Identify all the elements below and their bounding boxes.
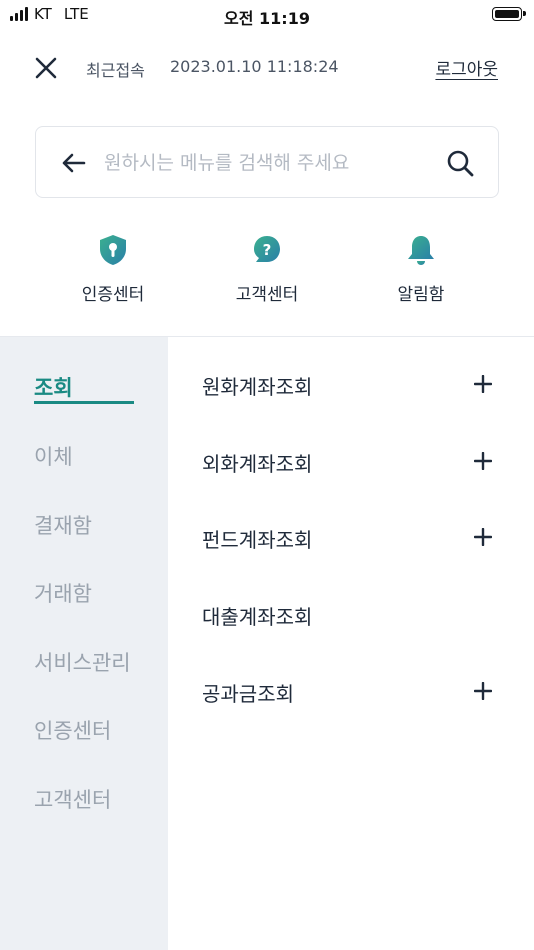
plus-icon <box>474 452 492 470</box>
sidebar-item-transfer[interactable]: 이체 <box>34 441 73 471</box>
plus-icon <box>474 375 492 393</box>
search-input[interactable] <box>102 145 426 181</box>
quick-link-customer-center[interactable]: ? 고객센터 <box>207 234 327 305</box>
status-time: 오전 11:19 <box>224 9 310 28</box>
bell-icon <box>408 236 434 265</box>
sidebar-item-transactions[interactable]: 거래함 <box>34 578 92 608</box>
close-icon <box>35 57 57 79</box>
logout-link[interactable]: 로그아웃 <box>435 55 498 80</box>
close-button[interactable] <box>32 54 60 82</box>
menu-item-label: 펀드계좌조회 <box>202 528 313 552</box>
quick-links: 인증센터 ? 고객센터 알림함 <box>0 234 534 314</box>
sidebar-item-auth-center[interactable]: 인증센터 <box>34 715 111 745</box>
quick-link-label: 알림함 <box>397 285 445 305</box>
plus-icon <box>474 682 492 700</box>
search-button[interactable] <box>446 149 474 177</box>
arrow-left-icon <box>62 153 86 173</box>
sidebar-item-service-management[interactable]: 서비스관리 <box>34 647 131 677</box>
chat-question-icon: ? <box>254 236 280 262</box>
sidebar-item-inquiry[interactable]: 조회 <box>34 372 73 402</box>
shield-icon <box>100 235 126 265</box>
menu-item-label: 공과금조회 <box>202 682 294 706</box>
plus-icon <box>474 528 492 546</box>
sidebar <box>0 337 168 950</box>
status-bar: KT LTE 오전 11:19 <box>0 0 534 30</box>
menu-item-fund-account[interactable]: 펀드계좌조회 <box>202 518 502 558</box>
menu-item-krw-account[interactable]: 원화계좌조회 <box>202 365 502 405</box>
menu-item-utility-bill[interactable]: 공과금조회 <box>202 672 502 712</box>
svg-text:?: ? <box>263 241 272 259</box>
back-button[interactable] <box>60 151 86 175</box>
sidebar-item-customer-center[interactable]: 고객센터 <box>34 784 111 814</box>
quick-link-auth-center[interactable]: 인증센터 <box>53 234 173 305</box>
sidebar-item-approval[interactable]: 결재함 <box>34 510 92 540</box>
quick-link-label: 고객센터 <box>235 285 299 305</box>
top-bar: 최근접속 2023.01.10 11:18:24 로그아웃 <box>0 50 534 86</box>
last-access-label: 최근접속 <box>86 61 145 80</box>
quick-link-label: 인증센터 <box>81 285 145 305</box>
menu-item-label: 대출계좌조회 <box>202 605 313 629</box>
menu-item-loan-account[interactable]: 대출계좌조회 <box>202 595 502 635</box>
quick-link-notifications[interactable]: 알림함 <box>361 234 481 305</box>
search-box <box>35 126 499 198</box>
menu-item-fx-account[interactable]: 외화계좌조회 <box>202 442 502 482</box>
last-access-time: 2023.01.10 11:18:24 <box>170 57 339 76</box>
search-icon <box>447 150 474 177</box>
battery-icon <box>492 7 526 21</box>
active-tab-indicator <box>34 401 134 404</box>
menu-item-label: 외화계좌조회 <box>202 452 313 476</box>
menu-item-label: 원화계좌조회 <box>202 375 313 399</box>
